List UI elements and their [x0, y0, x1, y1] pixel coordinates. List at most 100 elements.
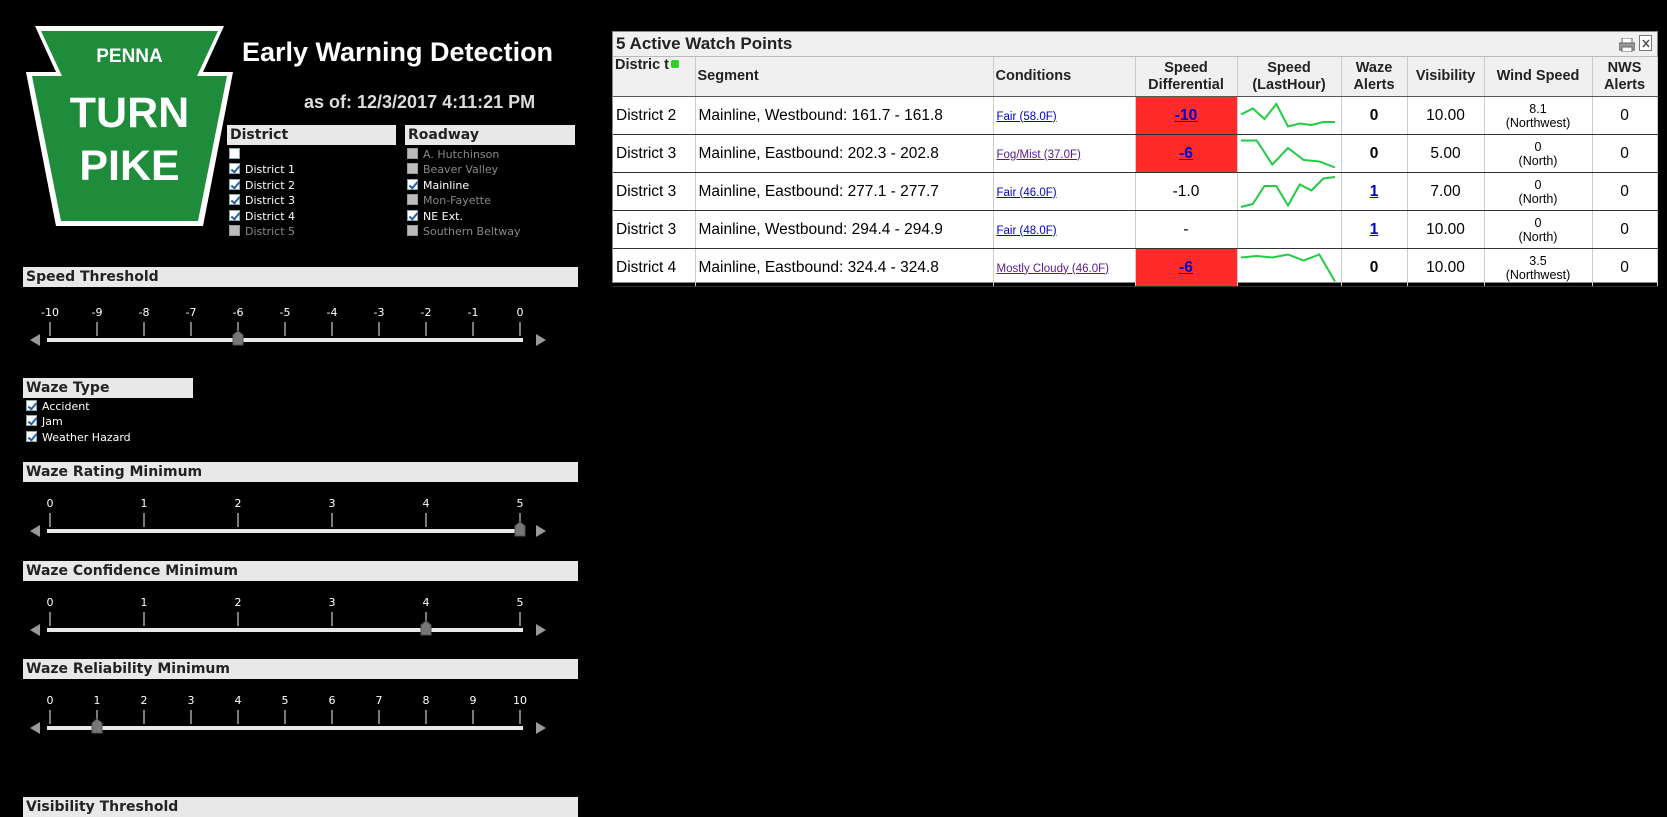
- wind-speed-cell: 0 (North): [1484, 210, 1593, 249]
- waze-type-item[interactable]: Accident: [24, 399, 131, 414]
- district-item[interactable]: [227, 147, 396, 162]
- roadway-item[interactable]: Southern Beltway: [405, 224, 575, 239]
- checkbox[interactable]: [407, 148, 418, 159]
- roadway-list: A. Hutchinson Beaver Valley Mainline Mon-Fa…: [405, 147, 575, 239]
- waze-type-item[interactable]: Weather Hazard: [24, 430, 131, 445]
- checkbox[interactable]: [229, 163, 240, 175]
- checkbox[interactable]: [407, 224, 418, 236]
- speed-differential-link[interactable]: -10: [1175, 107, 1197, 124]
- conditions-link[interactable]: Fog/Mist (37.0F): [997, 149, 1081, 161]
- waze-alerts-cell: 0: [1341, 96, 1408, 135]
- slider-left-arrow-icon[interactable]: [30, 334, 40, 346]
- roadway-item[interactable]: Beaver Valley: [405, 162, 575, 177]
- slider-tick-label: 4: [422, 596, 430, 609]
- col-header-wind-speed[interactable]: Wind Speed: [1484, 57, 1593, 97]
- speed-differential-link[interactable]: -6: [1179, 145, 1193, 162]
- district-item[interactable]: District 3: [227, 193, 396, 208]
- slider-tick-label: 3: [328, 596, 336, 609]
- col-header-conditions[interactable]: Conditions: [993, 57, 1136, 97]
- nws-alerts-cell: 0: [1592, 172, 1658, 211]
- col-header-speed-last-hour[interactable]: Speed (LastHour): [1237, 57, 1342, 97]
- checkbox[interactable]: [229, 178, 240, 190]
- slider-handle[interactable]: [232, 330, 244, 346]
- checkbox[interactable]: [26, 400, 37, 411]
- waze-alerts-link[interactable]: 1: [1370, 221, 1379, 238]
- roadway-item[interactable]: Mainline: [405, 178, 575, 193]
- waze-rating-slider[interactable]: 0 1 2 3 4 5: [29, 497, 578, 551]
- slider-left-arrow-icon[interactable]: [30, 624, 40, 636]
- wind-direction: (North): [1518, 229, 1558, 244]
- checkbox[interactable]: [407, 194, 418, 206]
- slider-handle[interactable]: [514, 521, 526, 537]
- slider-left-arrow-icon[interactable]: [30, 525, 40, 537]
- watch-table-caption: 5 Active Watch Points: [616, 34, 793, 53]
- roadway-item-label: A. Hutchinson: [423, 148, 500, 161]
- col-header-district[interactable]: Distric t: [613, 57, 696, 97]
- speed-differential-cell: -1.0: [1135, 172, 1238, 211]
- conditions-link[interactable]: Fair (46.0F): [997, 187, 1057, 199]
- export-excel-icon[interactable]: [1639, 34, 1653, 51]
- slider-tick-label: 4: [422, 497, 430, 510]
- checkbox[interactable]: [407, 209, 418, 221]
- checkbox[interactable]: [229, 148, 240, 159]
- checkbox[interactable]: [229, 194, 240, 206]
- district-item[interactable]: District 5: [227, 224, 396, 239]
- slider-handle[interactable]: [420, 620, 432, 636]
- roadway-item[interactable]: NE Ext.: [405, 209, 575, 224]
- checkbox[interactable]: [26, 415, 37, 427]
- slider-right-arrow-icon[interactable]: [536, 624, 546, 636]
- slider-tick-label: 2: [140, 694, 148, 707]
- table-row[interactable]: District 3 Mainline, Westbound: 294.4 - 2…: [613, 210, 1658, 249]
- district-item[interactable]: District 4: [227, 209, 396, 224]
- conditions-link[interactable]: Mostly Cloudy (46.0F): [997, 263, 1109, 275]
- conditions-link[interactable]: Fair (48.0F): [997, 225, 1057, 237]
- slider-tick-label: -9: [91, 306, 103, 319]
- waze-alerts-link[interactable]: 1: [1370, 183, 1379, 200]
- checkbox[interactable]: [229, 209, 240, 221]
- wind-speed-block: 0 (North): [1488, 216, 1589, 244]
- waze-confidence-slider[interactable]: 0 1 2 3 4 5: [29, 596, 578, 650]
- table-row[interactable]: District 4 Mainline, Eastbound: 324.4 - 3…: [613, 248, 1658, 287]
- table-row[interactable]: District 3 Mainline, Eastbound: 202.3 - 2…: [613, 134, 1658, 173]
- col-header-speed-differential[interactable]: Speed Differential: [1135, 57, 1238, 97]
- col-header-nws-alerts[interactable]: NWS Alerts: [1592, 57, 1658, 97]
- roadway-item[interactable]: A. Hutchinson: [405, 147, 575, 162]
- speed-threshold-slider[interactable]: -10 -9 -8 -7 -6 -5 -4 -3 -2 -1 0: [29, 306, 578, 360]
- slider-tick-label: 2: [234, 596, 242, 609]
- waze-alerts-value: 0: [1369, 144, 1379, 162]
- slider-tick-label: 7: [375, 694, 383, 707]
- logo-line1: TURN: [69, 89, 190, 137]
- col-header-waze-alerts[interactable]: Waze Alerts: [1341, 57, 1408, 97]
- slider-right-arrow-icon[interactable]: [536, 525, 546, 537]
- waze-type-item-label: Jam: [42, 415, 63, 429]
- checkbox[interactable]: [26, 430, 37, 442]
- slider-right-arrow-icon[interactable]: [536, 722, 546, 734]
- table-row[interactable]: District 2 Mainline, Westbound: 161.7 - 1…: [613, 96, 1658, 135]
- speed-differential-link[interactable]: -6: [1179, 259, 1193, 276]
- nws-alerts-cell: 0: [1592, 248, 1658, 287]
- slider-tick-label: 0: [46, 694, 54, 707]
- roadway-item[interactable]: Mon-Fayette: [405, 193, 575, 208]
- slider-right-arrow-icon[interactable]: [536, 334, 546, 346]
- conditions-cell: Mostly Cloudy (46.0F): [993, 248, 1136, 287]
- slider-handle[interactable]: [91, 718, 103, 734]
- wind-direction: (North): [1518, 153, 1558, 168]
- slider-track: [47, 628, 523, 632]
- checkbox[interactable]: [407, 163, 418, 175]
- print-icon[interactable]: [1618, 35, 1636, 53]
- district-item[interactable]: District 2: [227, 178, 396, 193]
- conditions-link[interactable]: Fair (58.0F): [997, 111, 1057, 123]
- col-header-segment[interactable]: Segment: [695, 57, 994, 97]
- col-header-visibility[interactable]: Visibility: [1407, 57, 1485, 97]
- district-item[interactable]: District 1: [227, 162, 396, 177]
- table-row[interactable]: District 3 Mainline, Eastbound: 277.1 - 2…: [613, 172, 1658, 211]
- slider-left-arrow-icon[interactable]: [30, 722, 40, 734]
- waze-type-item[interactable]: Jam: [24, 414, 131, 429]
- nws-alerts-cell: 0: [1592, 134, 1658, 173]
- waze-reliability-slider[interactable]: 0 1 2 3 4 5 6 7 8 9 10: [29, 694, 578, 748]
- waze-type-title: Waze Type: [23, 378, 193, 398]
- checkbox[interactable]: [229, 224, 240, 236]
- slider-tick-label: 1: [93, 694, 101, 707]
- checkbox[interactable]: [407, 178, 418, 190]
- slider-track-graphic: [30, 612, 546, 636]
